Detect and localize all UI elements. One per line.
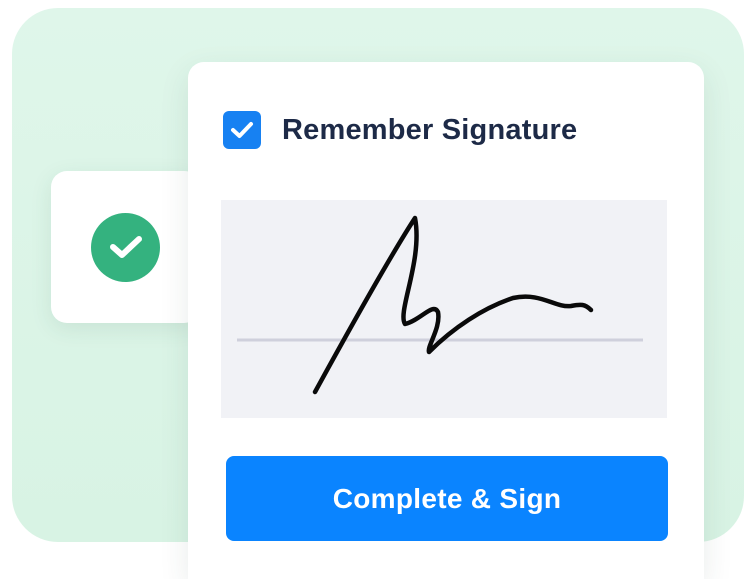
status-card <box>51 171 200 323</box>
remember-signature-checkbox[interactable] <box>223 111 261 149</box>
complete-and-sign-button[interactable]: Complete & Sign <box>226 456 668 541</box>
signature-card: Remember Signature Complete & Sign <box>188 62 704 579</box>
remember-signature-row[interactable]: Remember Signature <box>223 102 577 158</box>
signature-drawing <box>237 215 643 395</box>
check-circle-icon <box>91 212 160 282</box>
signature-pad[interactable] <box>221 200 667 418</box>
signature-stroke <box>312 215 594 395</box>
remember-signature-label: Remember Signature <box>282 113 578 146</box>
signature-widget: Remember Signature Complete & Sign <box>0 0 750 579</box>
checkbox-check-icon <box>231 122 253 138</box>
checkmark-icon <box>109 236 142 258</box>
